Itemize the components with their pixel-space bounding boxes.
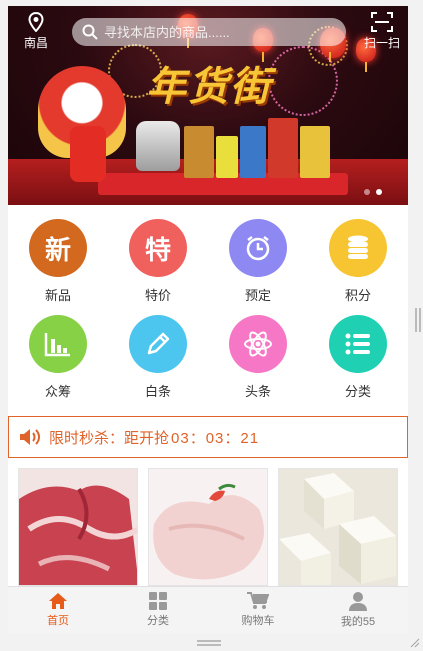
tab-label: 首页 [47, 615, 69, 627]
special-price-icon: 特 [129, 219, 187, 277]
banner-carousel[interactable]: 年货街 南昌 扫一扫 [8, 6, 408, 205]
cart-icon [247, 592, 269, 609]
product-card-pork[interactable] [18, 468, 138, 586]
resize-handle-bottom[interactable] [197, 640, 221, 646]
category-special-price[interactable]: 特 特价 [108, 219, 208, 315]
scan-button[interactable]: 扫一扫 [362, 12, 402, 51]
tab-mine[interactable]: 我的55 [308, 587, 408, 633]
goods-image [216, 136, 238, 178]
category-reserve[interactable]: 预定 [208, 219, 308, 315]
category-label: 预定 [244, 288, 271, 303]
home-icon [49, 593, 67, 609]
product-list [18, 468, 398, 586]
speaker-icon [20, 429, 40, 445]
rice-cooker-image [136, 121, 180, 171]
category-label: 众筹 [44, 384, 71, 399]
bar-chart-icon [29, 315, 87, 373]
tab-label: 分类 [147, 615, 169, 627]
goods-image [300, 126, 330, 178]
resize-corner-icon[interactable] [410, 638, 420, 648]
category-headlines[interactable]: 头条 [208, 315, 308, 411]
resize-handle-right[interactable] [415, 308, 421, 332]
tab-label: 购物车 [241, 615, 275, 627]
carousel-dot[interactable] [364, 189, 370, 195]
app-screen: 年货街 南昌 扫一扫 新 新 [8, 6, 408, 633]
flash-sale-bar[interactable]: 限时秒杀：距开抢 03：03：21 [8, 416, 408, 458]
tab-home[interactable]: 首页 [8, 587, 108, 633]
carousel-dot-active[interactable] [376, 189, 382, 195]
chicken-image [149, 469, 267, 585]
tab-cart[interactable]: 购物车 [208, 587, 308, 633]
category-label: 分类 [344, 384, 371, 399]
category-label: 白条 [144, 384, 171, 399]
bottom-tab-bar: 首页 分类 购物车 我的55 [8, 586, 408, 633]
category-label: 新品 [44, 288, 71, 303]
pork-image [19, 469, 137, 585]
search-icon [82, 24, 98, 40]
search-input[interactable] [104, 24, 324, 40]
scan-label: 扫一扫 [363, 36, 400, 50]
product-card-chicken[interactable] [148, 468, 268, 586]
location-label: 南昌 [23, 36, 48, 50]
category-label: 头条 [244, 384, 271, 399]
category-grid: 新 新品 特 特价 预定 积分 众筹 白条 头条 分类 [8, 205, 408, 409]
category-points[interactable]: 积分 [308, 219, 408, 315]
lion-dance-body [70, 126, 106, 182]
coins-icon [329, 219, 387, 277]
new-icon: 新 [29, 219, 87, 277]
category-crowdfunding[interactable]: 众筹 [8, 315, 108, 411]
banner-title: 年货街 [146, 63, 272, 110]
category-label: 积分 [344, 288, 371, 303]
alarm-clock-icon [229, 219, 287, 277]
atom-icon [229, 315, 287, 373]
scan-icon [371, 12, 393, 32]
goods-image [240, 126, 266, 178]
category-credit[interactable]: 白条 [108, 315, 208, 411]
flash-sale-label: 限时秒杀：距开抢 [49, 429, 170, 447]
location-selector[interactable]: 南昌 [16, 12, 56, 51]
tab-label: 我的55 [340, 616, 376, 628]
flash-sale-countdown: 03：03：21 [171, 429, 260, 447]
tab-category[interactable]: 分类 [108, 587, 208, 633]
category-label: 特价 [144, 288, 171, 303]
category-classify[interactable]: 分类 [308, 315, 408, 411]
list-icon [329, 315, 387, 373]
pencil-icon [129, 315, 187, 373]
category-new[interactable]: 新 新品 [8, 219, 108, 315]
search-bar[interactable] [72, 18, 346, 46]
goods-image [184, 126, 214, 178]
location-pin-icon [28, 12, 44, 32]
grid-icon [149, 592, 167, 610]
goods-image [268, 118, 298, 178]
user-icon [349, 592, 367, 611]
tofu-image [279, 469, 397, 585]
product-card-tofu[interactable] [278, 468, 398, 586]
